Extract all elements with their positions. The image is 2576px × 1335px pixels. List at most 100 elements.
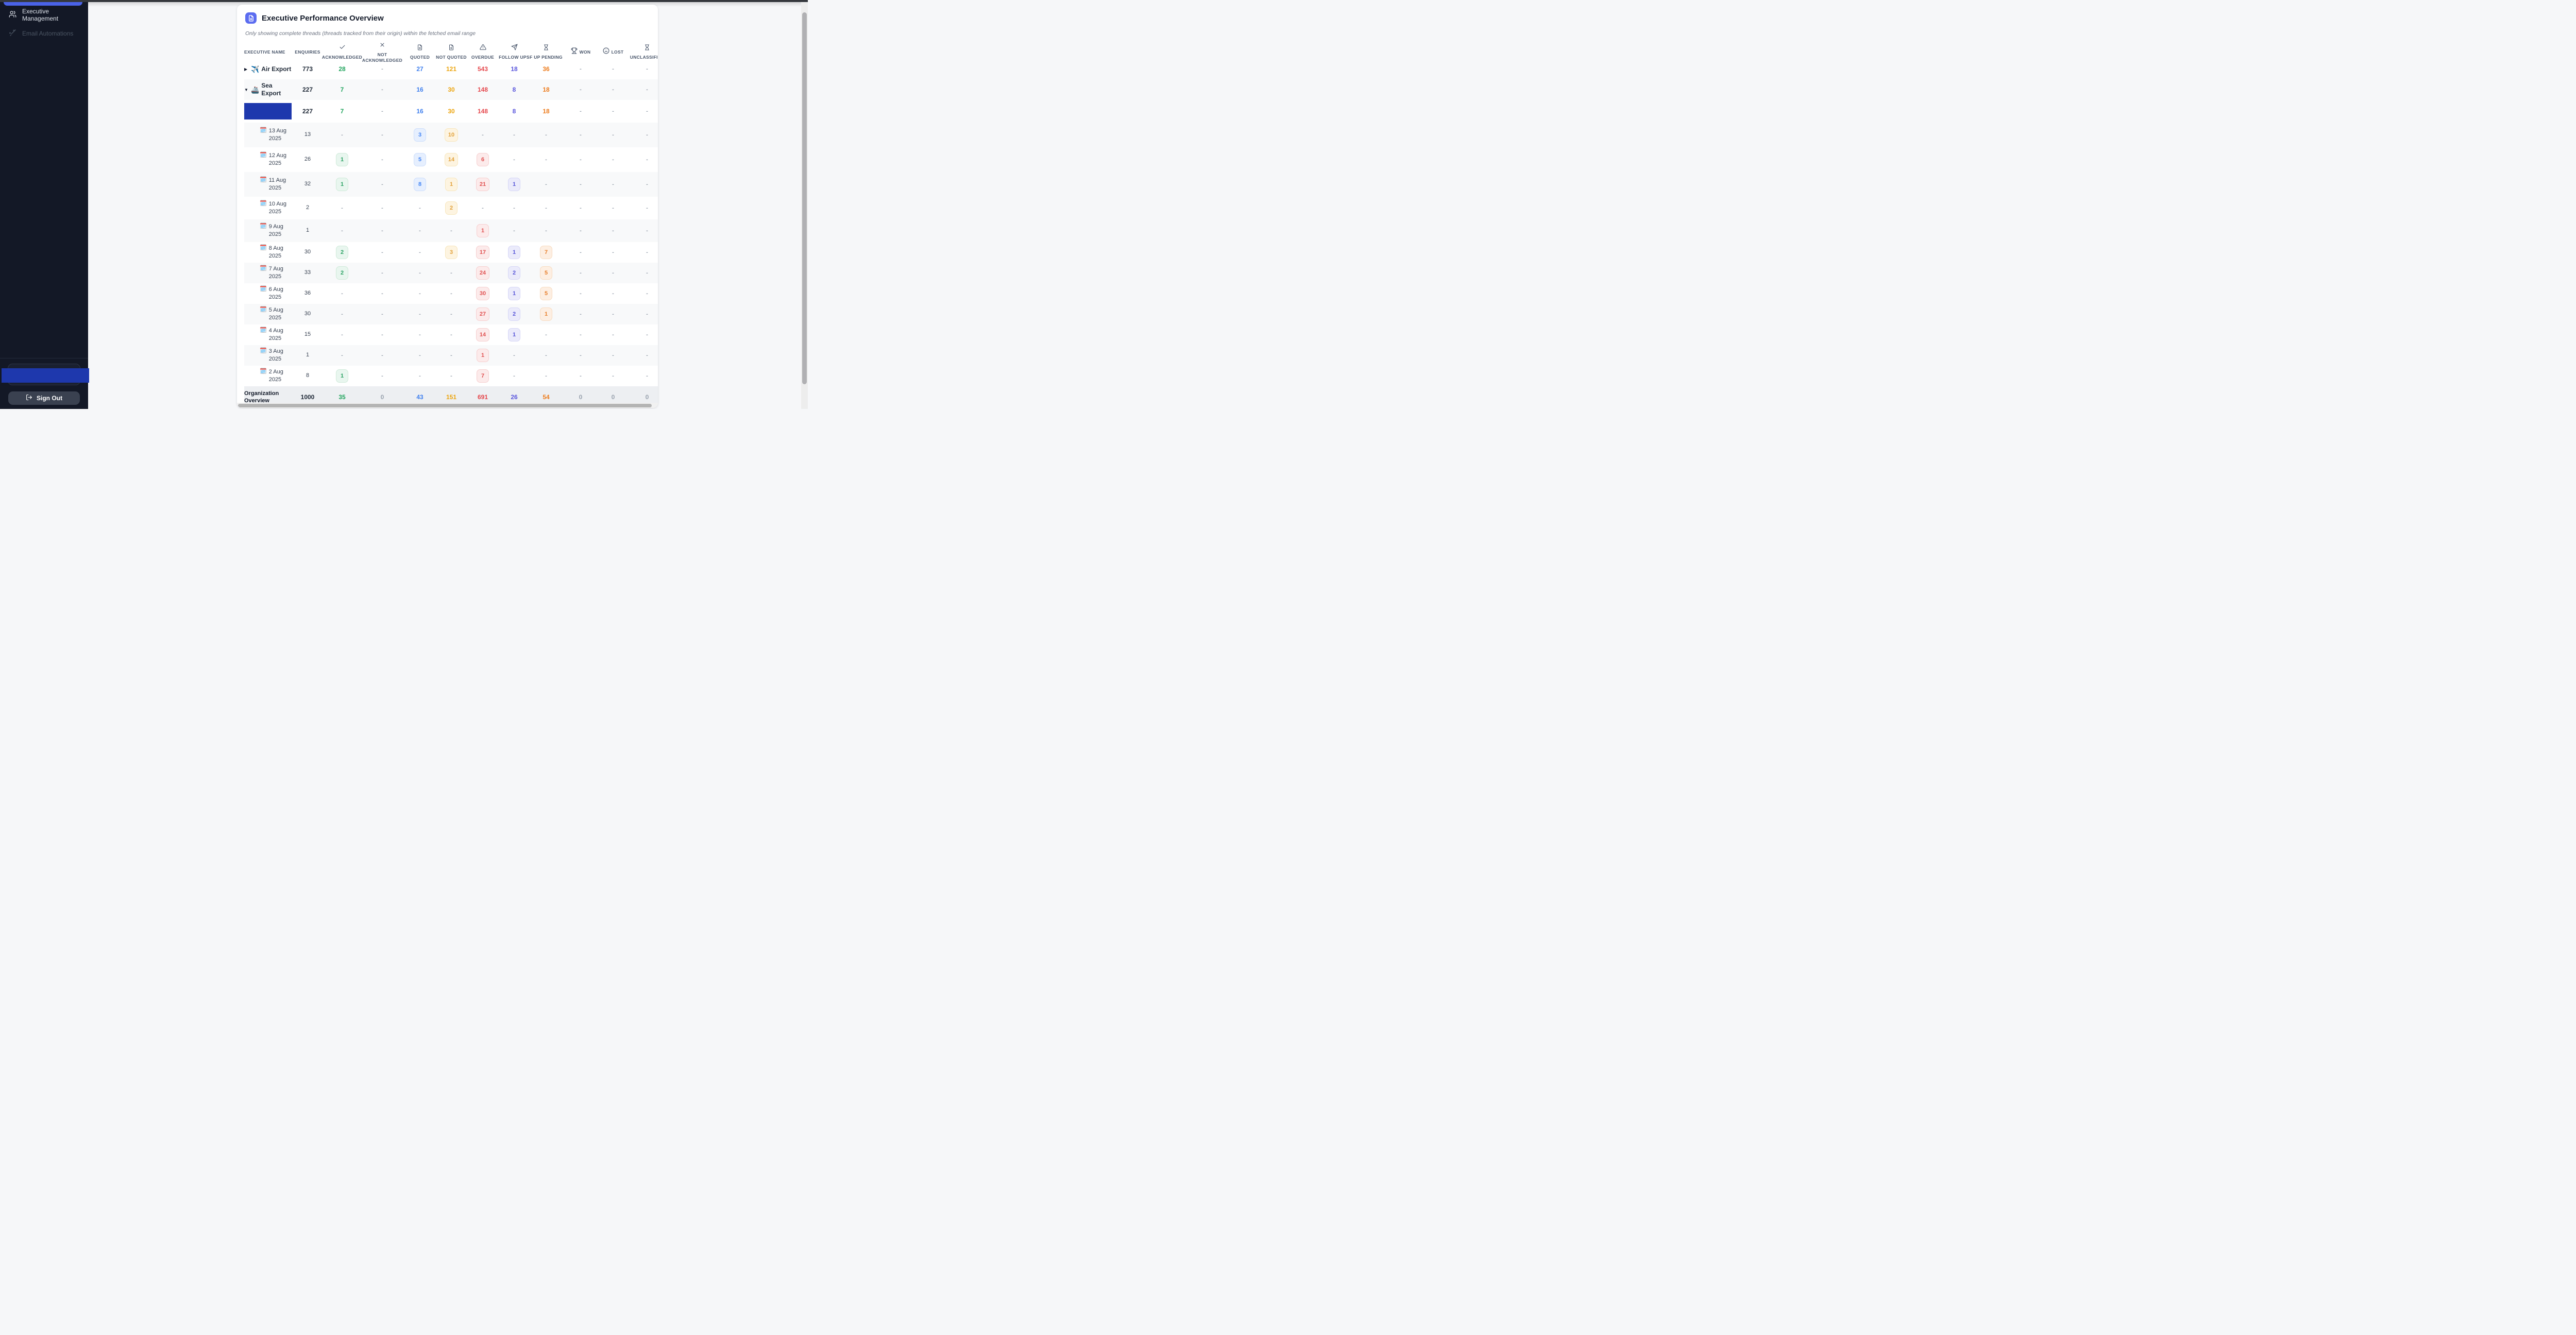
calendar-emoji: 🗓️: [260, 286, 267, 292]
metric-cell: -: [361, 180, 404, 189]
vertical-scrollbar-thumb[interactable]: [802, 12, 807, 384]
date-label: 5 Aug 2025: [269, 306, 292, 322]
horizontal-scrollbar[interactable]: [237, 403, 658, 408]
metric-cell: 7: [324, 85, 361, 94]
sidebar-footer: Sign Out: [0, 358, 88, 409]
metric-cell: -: [436, 269, 467, 277]
metric-cell: 24: [467, 265, 499, 281]
date-label: 6 Aug 2025: [269, 286, 292, 302]
metric-cell: -: [404, 351, 436, 360]
document-icon: [245, 12, 257, 24]
date-label: 13 Aug 2025: [269, 127, 292, 143]
metric-cell: -: [563, 107, 599, 115]
column-header-f-up-pending: F UP PENDING: [530, 44, 563, 60]
group-name: Air Export: [261, 65, 291, 73]
executive-name-cell: 🗓️10 Aug 2025: [244, 199, 292, 217]
metric-cell: -: [599, 180, 628, 189]
horizontal-scrollbar-thumb[interactable]: [238, 404, 652, 407]
executive-name-cell: 🗓️13 Aug 2025: [244, 126, 292, 144]
metric-cell: 7: [324, 107, 361, 116]
metric-cell: -: [628, 65, 658, 73]
metric-cell: 1: [324, 152, 361, 167]
metric-cell: -: [361, 351, 404, 360]
enquiries-cell: 1: [292, 226, 324, 235]
table-row: 2277-1630148818---: [244, 100, 658, 123]
metric-cell: -: [530, 372, 563, 380]
metric-cell: -: [361, 372, 404, 380]
calendar-emoji: 🗓️: [260, 128, 267, 133]
metric-cell: 1: [467, 223, 499, 238]
executive-name-cell: 🗓️2 Aug 2025: [244, 367, 292, 385]
x-icon: [379, 41, 385, 50]
metric-cell: 7: [467, 368, 499, 384]
metric-cell: 7: [530, 245, 563, 260]
metric-cell: -: [324, 131, 361, 139]
metric-cell: -: [628, 289, 658, 298]
metric-cell: 16: [404, 85, 436, 94]
send-icon: [511, 44, 518, 53]
table-row: 🗓️6 Aug 202536----3015---: [244, 283, 658, 304]
metric-cell: -: [563, 310, 599, 318]
executive-performance-card: Executive Performance Overview Only show…: [237, 5, 658, 408]
ship-emoji: 🚢: [251, 87, 259, 93]
metric-cell: -: [563, 156, 599, 164]
calendar-emoji: 🗓️: [260, 152, 267, 158]
sign-out-button[interactable]: Sign Out: [8, 391, 80, 405]
metric-cell: -: [404, 372, 436, 380]
metric-cell: -: [530, 204, 563, 212]
wand-icon: [9, 29, 16, 38]
metric-cell: -: [628, 248, 658, 256]
sidebar-item-email-automations[interactable]: Email Automations: [0, 28, 88, 39]
metric-cell: -: [404, 289, 436, 298]
sidebar-active-item-partial[interactable]: [4, 2, 82, 6]
alert-triangle-icon: [480, 44, 486, 53]
metric-cell: -: [499, 204, 530, 212]
metric-cell: -: [563, 351, 599, 360]
sidebar-item-executive-management[interactable]: Executive Management: [0, 9, 88, 21]
metric-cell: 5: [404, 152, 436, 167]
enquiries-cell: 1: [292, 350, 324, 360]
trophy-icon: [571, 47, 578, 57]
vertical-scrollbar[interactable]: [801, 2, 808, 409]
executive-name-cell: ▼🚢Sea Export: [244, 81, 292, 98]
metric-cell: -: [628, 131, 658, 139]
metric-cell: -: [530, 131, 563, 139]
date-label: 7 Aug 2025: [269, 265, 292, 281]
sidebar: Executive Management Email Automations S…: [0, 2, 88, 409]
table-row[interactable]: ▼🚢Sea Export2277-1630148818---: [244, 79, 658, 100]
expandable-group[interactable]: ▶✈️Air Export: [244, 65, 291, 73]
metric-cell: -: [324, 331, 361, 339]
metric-cell: -: [361, 269, 404, 277]
column-header-not-acknowledged: NOT ACKNOWLEDGED: [361, 41, 404, 63]
metric-cell: -: [436, 331, 467, 339]
metric-cell: -: [563, 180, 599, 189]
metric-cell: -: [404, 227, 436, 235]
metric-cell: -: [563, 269, 599, 277]
metric-cell: -: [563, 65, 599, 73]
metric-cell: -: [599, 131, 628, 139]
executive-table: EXECUTIVE NAME ENQUIRIES ACKNOWLEDGED NO…: [244, 41, 658, 408]
chevron-right-icon[interactable]: ▶: [244, 67, 249, 72]
metric-cell: 6: [467, 152, 499, 167]
enquiries-cell: 36: [292, 288, 324, 298]
column-header-follow-ups: FOLLOW UPS: [499, 44, 530, 60]
metric-cell: 543: [467, 64, 499, 74]
metric-cell: -: [563, 331, 599, 339]
metric-cell: -: [499, 351, 530, 360]
metric-cell: 1: [499, 286, 530, 301]
metric-cell: -: [404, 310, 436, 318]
date-label: 12 Aug 2025: [269, 152, 292, 168]
chevron-down-icon[interactable]: ▼: [244, 88, 249, 92]
metric-cell: 3: [404, 127, 436, 143]
executive-name-cell: 🗓️7 Aug 2025: [244, 264, 292, 282]
hourglass-icon: [644, 44, 650, 53]
metric-cell: 8: [404, 177, 436, 192]
table-row[interactable]: ▶✈️Air Export77328-271215431836---: [244, 59, 658, 79]
metric-cell: -: [563, 204, 599, 212]
expandable-group[interactable]: ▼🚢Sea Export: [244, 82, 284, 97]
redacted-user-info: [2, 368, 89, 383]
metric-cell: 2: [499, 265, 530, 281]
metric-cell: -: [599, 372, 628, 380]
enquiries-cell: 32: [292, 179, 324, 189]
metric-cell: -: [599, 248, 628, 256]
